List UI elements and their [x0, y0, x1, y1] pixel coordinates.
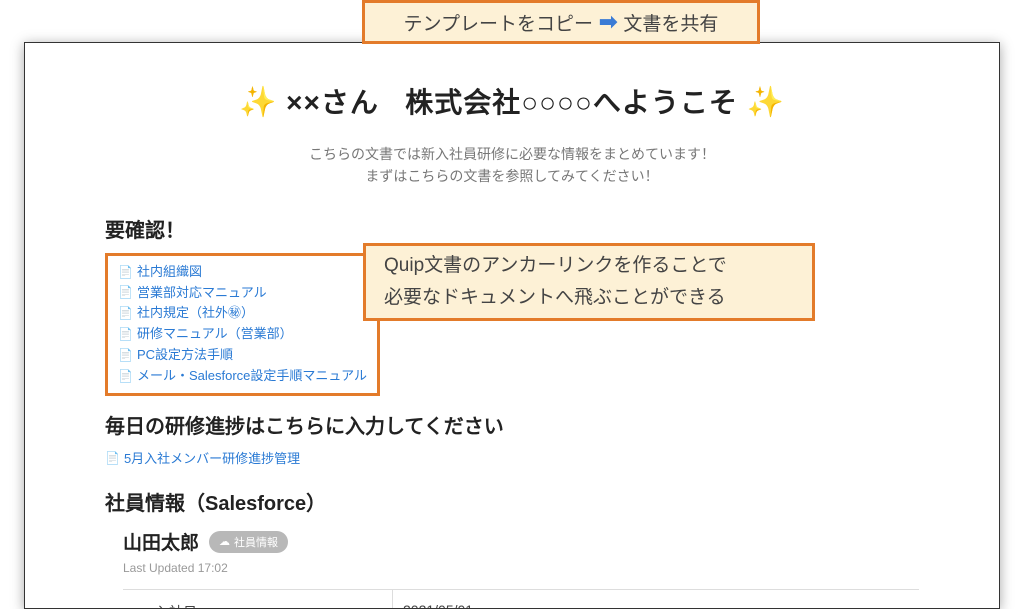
- link-text: 社内規定（社外㊙）: [137, 303, 254, 324]
- cloud-icon: ☁: [219, 535, 230, 548]
- document-icon: 📄: [118, 367, 133, 386]
- document-icon: 📄: [118, 346, 133, 365]
- document-icon: 📄: [105, 449, 120, 468]
- link-item[interactable]: 📄 PC設定方法手順: [118, 345, 367, 366]
- link-item[interactable]: 📄 社内組織図: [118, 262, 367, 283]
- link-text: PC設定方法手順: [137, 345, 233, 366]
- link-text: メール・Salesforce設定手順マニュアル: [137, 366, 367, 387]
- record-type-badge[interactable]: ☁ 社員情報: [209, 531, 288, 553]
- heading-salesforce: 社員情報（Salesforce）: [105, 487, 919, 516]
- employee-name: 山田太郎: [123, 528, 199, 555]
- link-item[interactable]: 📄 メール・Salesforce設定手順マニュアル: [118, 366, 367, 387]
- annotation-top-callout: テンプレートをコピー ➡ 文書を共有: [362, 0, 760, 44]
- sparkle-icon: ✨: [747, 86, 785, 119]
- salesforce-record-block: 山田太郎 ☁ 社員情報 Last Updated 17:02 ⋮⋮ 入社日 20…: [105, 528, 919, 609]
- info-table-row: ⋮⋮ 入社日 2021/05/01: [123, 589, 919, 609]
- document-page: ✨ ××さん 株式会社○○○○へようこそ ✨ こちらの文書では新入社員研修に必要…: [24, 42, 1000, 609]
- intro-line2: まずはこちらの文書を参照してみてください！: [105, 165, 919, 187]
- intro-text-block: こちらの文書では新入社員研修に必要な情報をまとめています！ まずはこちらの文書を…: [105, 143, 919, 188]
- title-company: 株式会社○○○○へようこそ: [405, 87, 738, 118]
- document-icon: 📄: [118, 304, 133, 323]
- badge-label: 社員情報: [234, 534, 278, 550]
- table-cell-value: 2021/05/01: [393, 590, 919, 609]
- link-item[interactable]: 📄 研修マニュアル（営業部）: [118, 324, 367, 345]
- link-text: 社内組織図: [137, 262, 202, 283]
- employee-name-row: 山田太郎 ☁ 社員情報: [105, 528, 919, 555]
- page-title: ✨ ××さん 株式会社○○○○へようこそ ✨: [105, 81, 919, 121]
- annotation-top-right-text: 文書を共有: [623, 9, 718, 36]
- title-prefix: ××さん: [286, 87, 379, 118]
- confirm-links-box: 📄 社内組織図 📄 営業部対応マニュアル 📄 社内規定（社外㊙） 📄 研修マニュ…: [105, 253, 380, 396]
- link-text: 研修マニュアル（営業部）: [137, 324, 293, 345]
- field-label: 入社日: [155, 602, 197, 609]
- annotation-top-left-text: テンプレートをコピー: [404, 9, 593, 36]
- intro-line1: こちらの文書では新入社員研修に必要な情報をまとめています！: [105, 143, 919, 165]
- link-item[interactable]: 📄 営業部対応マニュアル: [118, 283, 367, 304]
- annotation-right-line1: Quip文書のアンカーリンクを作ることで: [384, 250, 794, 282]
- document-icon: 📄: [118, 325, 133, 344]
- document-icon: 📄: [118, 263, 133, 282]
- link-text: 5月入社メンバー研修進捗管理: [124, 449, 300, 470]
- link-text: 営業部対応マニュアル: [137, 283, 267, 304]
- table-cell-label: ⋮⋮ 入社日: [123, 590, 393, 609]
- sparkle-icon: ✨: [239, 86, 277, 119]
- heading-daily: 毎日の研修進捗はこちらに入力してください: [105, 410, 919, 439]
- annotation-right-callout: Quip文書のアンカーリンクを作ることで 必要なドキュメントへ飛ぶことができる: [363, 243, 815, 321]
- page-container: テンプレートをコピー ➡ 文書を共有 ✨ ××さん 株式会社○○○○へようこそ …: [0, 0, 1024, 609]
- heading-confirm: 要確認！: [105, 214, 919, 243]
- link-item[interactable]: 📄 5月入社メンバー研修進捗管理: [105, 449, 919, 470]
- document-icon: 📄: [118, 283, 133, 302]
- last-updated-text: Last Updated 17:02: [105, 561, 919, 575]
- link-item[interactable]: 📄 社内規定（社外㊙）: [118, 303, 367, 324]
- annotation-right-line2: 必要なドキュメントへ飛ぶことができる: [384, 282, 794, 314]
- arrow-right-icon: ➡: [599, 11, 617, 33]
